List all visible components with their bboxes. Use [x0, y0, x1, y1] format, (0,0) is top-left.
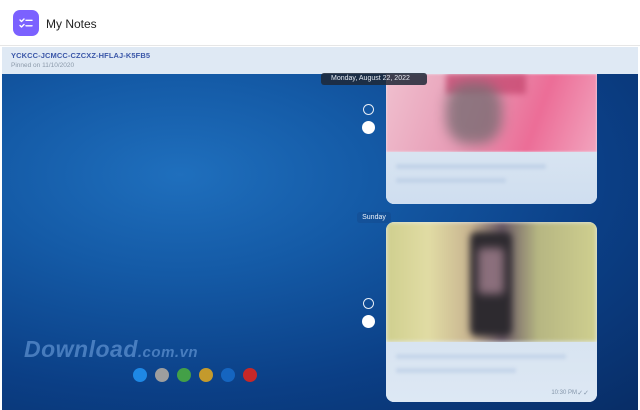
message-bubble[interactable] [386, 74, 597, 204]
chat-title[interactable]: My Notes [46, 17, 97, 31]
double-check-icon: ✓✓ [577, 390, 589, 397]
message-caption [386, 152, 597, 204]
select-message-radio-checked[interactable] [362, 315, 375, 328]
watermark-brand: Download [24, 336, 138, 362]
pinned-message-bar[interactable]: YCKCC-JCMCC-CZCXZ-HFLAJ-K5FB5 Pinned on … [2, 47, 638, 74]
watermark-dot [177, 368, 191, 382]
notes-avatar-icon[interactable] [13, 10, 39, 36]
pinned-message-date: Pinned on 11/10/2020 [11, 62, 75, 69]
telegram-window: My Notes YCKCC-JCMCC-CZCXZ-HFLAJ-K5FB5 P… [0, 0, 640, 410]
chat-header: My Notes [0, 0, 640, 46]
message-bubble[interactable]: 10:30 PM ✓✓ [386, 222, 597, 402]
watermark-dot [199, 368, 213, 382]
date-header: Monday, August 22, 2022 [321, 73, 427, 85]
message-photo[interactable] [386, 222, 597, 342]
watermark-dot [243, 368, 257, 382]
pinned-message-text: YCKCC-JCMCC-CZCXZ-HFLAJ-K5FB5 [11, 51, 151, 60]
select-message-radio[interactable] [363, 104, 374, 115]
watermark-suffix: .com.vn [137, 344, 199, 361]
watermark-dot [133, 368, 147, 382]
watermark-logo: Download.com.vn [24, 336, 198, 363]
message-photo[interactable] [386, 74, 597, 152]
select-message-radio[interactable] [363, 298, 374, 309]
select-message-radio-checked[interactable] [362, 121, 375, 134]
watermark-dot [155, 368, 169, 382]
watermark-dots [133, 368, 257, 382]
watermark-dot [221, 368, 235, 382]
message-time: 10:30 PM [551, 390, 577, 396]
